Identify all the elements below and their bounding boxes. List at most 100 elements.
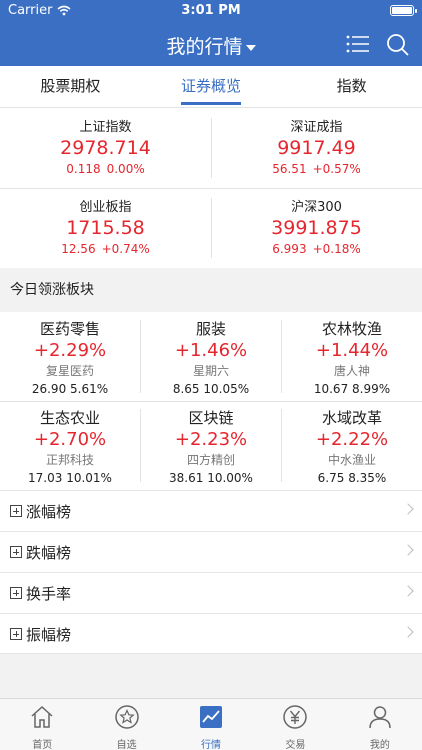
ranking-row-gainers[interactable]: 涨幅榜 xyxy=(0,490,422,531)
sector-card[interactable]: 区块链 +2.23% 四方精创 38.61 10.00% xyxy=(141,401,281,490)
ranking-row-amplitude[interactable]: 振幅榜 xyxy=(0,613,422,654)
sector-pct: +1.44% xyxy=(315,340,389,361)
index-grid: 上证指数 2978.714 0.118 0.00% 深证成指 9917.49 56… xyxy=(0,108,422,268)
index-value: 2978.714 xyxy=(60,137,151,159)
ranking-label: 跌幅榜 xyxy=(26,544,72,562)
tab-watchlist[interactable]: 自选 xyxy=(84,699,168,750)
search-icon[interactable] xyxy=(385,32,411,58)
index-pct: 0.00% xyxy=(106,162,145,176)
sector-leading-stock: 四方精创 xyxy=(186,453,235,467)
index-name: 创业板指 xyxy=(79,200,132,215)
index-pct: +0.74% xyxy=(101,242,150,256)
tab-home[interactable]: 首页 xyxy=(0,699,84,750)
expand-plus-icon xyxy=(10,587,22,599)
stock-pct: 10.01% xyxy=(66,471,112,485)
sector-card[interactable]: 农林牧渔 +1.44% 唐人神 10.67 8.99% xyxy=(282,312,422,401)
stock-price: 38.61 xyxy=(169,471,204,485)
sector-leading-stock: 中水渔业 xyxy=(327,453,376,467)
sector-name: 区块链 xyxy=(188,409,234,427)
sector-card[interactable]: 医药零售 +2.29% 复星医药 26.90 5.61% xyxy=(0,312,140,401)
tab-securities-overview[interactable]: 证券概览 xyxy=(141,66,282,107)
user-icon xyxy=(369,706,391,729)
bottom-tab-bar: 首页 自选 行情 交易 我的 xyxy=(0,698,422,750)
expand-plus-icon xyxy=(10,546,22,558)
index-card-chinext[interactable]: 创业板指 1715.58 12.56 +0.74% xyxy=(0,188,211,268)
stock-price: 8.65 xyxy=(172,382,200,396)
index-value: 3991.875 xyxy=(271,217,362,239)
list-icon[interactable] xyxy=(345,33,371,55)
chart-icon xyxy=(200,706,223,728)
tab-label: 行情 xyxy=(201,740,222,750)
sector-card[interactable]: 服装 +1.46% 星期六 8.65 10.05% xyxy=(141,312,281,401)
divider xyxy=(0,188,422,189)
tab-me[interactable]: 我的 xyxy=(338,699,422,750)
sector-name: 水域改革 xyxy=(321,409,382,427)
stock-price: 26.90 xyxy=(31,382,67,396)
status-bar: Carrier 3:01 PM xyxy=(0,0,422,22)
stock-pct: 10.05% xyxy=(203,382,250,396)
tab-label: 我的 xyxy=(369,740,390,750)
tab-stock-options[interactable]: 股票期权 xyxy=(0,66,141,107)
sector-pct: +1.46% xyxy=(174,340,248,361)
stock-price: 6.75 xyxy=(317,471,345,485)
sector-name: 医药零售 xyxy=(39,320,100,338)
stock-pct: 10.00% xyxy=(207,471,253,485)
index-name: 深证成指 xyxy=(290,120,343,135)
sector-leading-stock: 星期六 xyxy=(192,364,229,378)
tab-label: 自选 xyxy=(116,740,137,750)
index-card-shenzhen[interactable]: 深证成指 9917.49 56.51 +0.57% xyxy=(211,108,422,188)
chevron-right-icon xyxy=(402,626,414,638)
divider xyxy=(0,401,422,402)
divider xyxy=(140,409,141,482)
chevron-right-icon xyxy=(402,544,414,556)
sector-card[interactable]: 水域改革 +2.22% 中水渔业 6.75 8.35% xyxy=(282,401,422,490)
segment-tabs: 股票期权 证券概览 指数 xyxy=(0,66,422,108)
index-name: 沪深300 xyxy=(291,200,342,215)
ranking-row-losers[interactable]: 跌幅榜 xyxy=(0,531,422,572)
sector-leading-stock: 正邦科技 xyxy=(45,453,94,467)
index-pct: +0.18% xyxy=(312,242,361,256)
tab-index[interactable]: 指数 xyxy=(281,66,422,107)
index-change: 0.118 xyxy=(66,162,101,176)
sector-grid: 医药零售 +2.29% 复星医药 26.90 5.61% 服装 +1.46% 星… xyxy=(0,312,422,490)
index-value: 9917.49 xyxy=(277,137,356,159)
sector-leading-stock: 唐人神 xyxy=(333,364,370,378)
index-pct: +0.57% xyxy=(312,162,361,176)
sector-name: 农林牧渔 xyxy=(321,320,382,338)
tab-label: 交易 xyxy=(285,740,306,750)
tab-label: 首页 xyxy=(32,740,53,750)
tab-market[interactable]: 行情 xyxy=(169,699,253,750)
index-card-shanghai[interactable]: 上证指数 2978.714 0.118 0.00% xyxy=(0,108,211,188)
ranking-label: 涨幅榜 xyxy=(26,503,72,521)
sector-pct: +2.22% xyxy=(315,429,389,450)
divider xyxy=(281,320,282,393)
index-change: 56.51 xyxy=(272,162,307,176)
yuan-icon xyxy=(283,705,308,729)
sector-leading-stock: 复星医药 xyxy=(45,364,94,378)
caret-down-icon xyxy=(245,44,256,51)
sector-pct: +2.70% xyxy=(33,429,107,450)
sector-name: 生态农业 xyxy=(39,409,100,427)
stock-price: 10.67 xyxy=(313,382,349,396)
stock-pct: 5.61% xyxy=(70,382,109,396)
divider xyxy=(211,118,212,178)
ranking-label: 换手率 xyxy=(26,585,72,603)
index-value: 1715.58 xyxy=(66,217,145,239)
index-card-csi300[interactable]: 沪深300 3991.875 6.993 +0.18% xyxy=(211,188,422,268)
sector-name: 服装 xyxy=(195,320,226,338)
stock-pct: 8.35% xyxy=(348,471,387,485)
divider xyxy=(281,409,282,482)
tab-trade[interactable]: 交易 xyxy=(253,699,337,750)
ranking-label: 振幅榜 xyxy=(26,626,72,644)
sector-card[interactable]: 生态农业 +2.70% 正邦科技 17.03 10.01% xyxy=(0,401,140,490)
index-change: 6.993 xyxy=(272,242,307,256)
ranking-row-turnover[interactable]: 换手率 xyxy=(0,572,422,613)
divider xyxy=(140,320,141,393)
chevron-right-icon xyxy=(402,585,414,597)
chevron-right-icon xyxy=(402,503,414,515)
index-change: 12.56 xyxy=(61,242,96,256)
stock-pct: 8.99% xyxy=(352,382,391,396)
section-title-leading-sectors: 今日领涨板块 xyxy=(0,268,422,312)
stock-price: 17.03 xyxy=(28,471,63,485)
home-icon xyxy=(31,705,53,728)
